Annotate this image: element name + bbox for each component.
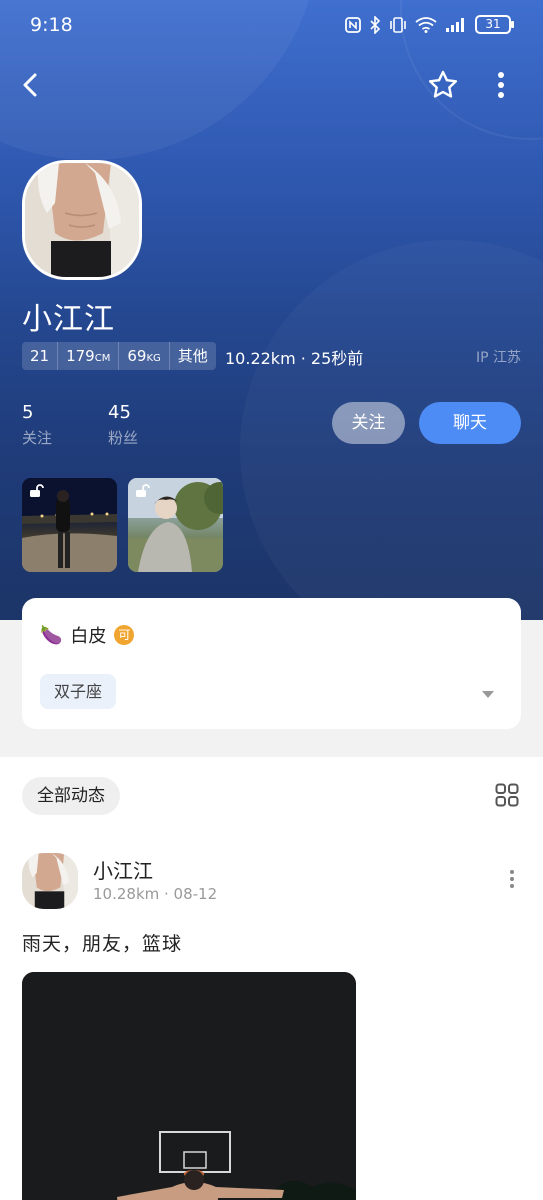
height-value: 179 [66,347,95,365]
post-author-name[interactable]: 小江江 [93,855,153,884]
post-author-avatar[interactable] [22,853,78,909]
follow-button[interactable]: 关注 [332,402,405,444]
height-unit: CM [94,353,111,364]
avatar-photo [25,163,139,277]
vibrate-icon [390,16,406,33]
profile-attributes: 21 179CM 69KG 其他 [22,342,216,370]
avatar[interactable] [22,160,142,280]
unlock-icon [135,483,151,502]
fans-stat[interactable]: 45 粉丝 [108,402,138,448]
grid-icon [495,783,519,807]
info-title: 白皮 [70,626,107,647]
following-stat[interactable]: 5 关注 [22,402,52,448]
avatar-photo [22,853,78,909]
post-meta: 10.28km · 08-12 [93,885,218,903]
grid-view-button[interactable] [495,783,519,811]
bluetooth-icon [370,15,381,34]
expand-button[interactable] [481,684,495,703]
photo-basketball-court [22,972,356,1200]
more-vertical-icon [498,72,504,98]
caret-down-icon [482,691,494,698]
status-time: 9:18 [30,14,73,36]
weight-tag: 69KG [119,342,170,370]
status-bar: 9:18 31 [0,0,543,54]
status-icons: 31 [345,15,514,34]
info-badge: 可 [114,625,135,645]
profile-name: 小江江 [22,302,115,337]
back-button[interactable] [12,66,50,104]
chevron-left-icon [23,73,37,97]
profile-header-background: 9:18 31 小江江 21 179CM 69KG 其他 10.22km · 2… [0,0,543,620]
battery-icon: 31 [475,15,514,34]
album-photo-1[interactable] [22,478,117,572]
post-more-button[interactable] [509,869,515,893]
info-title-row: 🍆 白皮 可 [40,622,135,648]
distance-and-last-active: 10.22km · 25秒前 [225,349,364,368]
height-tag: 179CM [58,342,120,370]
profile-info-card: 🍆 白皮 可 双子座 [22,598,521,729]
fans-count: 45 [108,402,131,423]
post-image[interactable] [22,972,356,1200]
favorite-button[interactable] [424,66,462,104]
ip-location: IP 江苏 [475,350,521,366]
eggplant-icon: 🍆 [40,624,63,646]
chat-button[interactable]: 聊天 [419,402,521,444]
filter-all-moments[interactable]: 全部动态 [22,777,120,815]
weight-value: 69 [127,347,147,365]
more-vertical-icon [510,870,514,888]
nfc-icon [345,16,361,33]
following-count: 5 [22,402,34,423]
following-label: 关注 [22,429,53,447]
unlock-icon [29,483,45,502]
more-options-button[interactable] [484,66,518,104]
age-tag: 21 [22,342,59,370]
moments-feed: 全部动态 小江江 10.28km · 08-12 雨天，朋友，篮球 [0,757,543,1200]
album-photo-2[interactable] [128,478,223,572]
star-outline-icon [428,70,458,98]
wifi-icon [415,16,437,33]
fans-label: 粉丝 [108,429,139,447]
signal-icon [446,17,464,32]
zodiac-tag: 双子座 [40,674,117,709]
weight-unit: KG [146,353,161,364]
post-text: 雨天，朋友，篮球 [22,933,183,955]
role-tag: 其他 [177,347,208,365]
